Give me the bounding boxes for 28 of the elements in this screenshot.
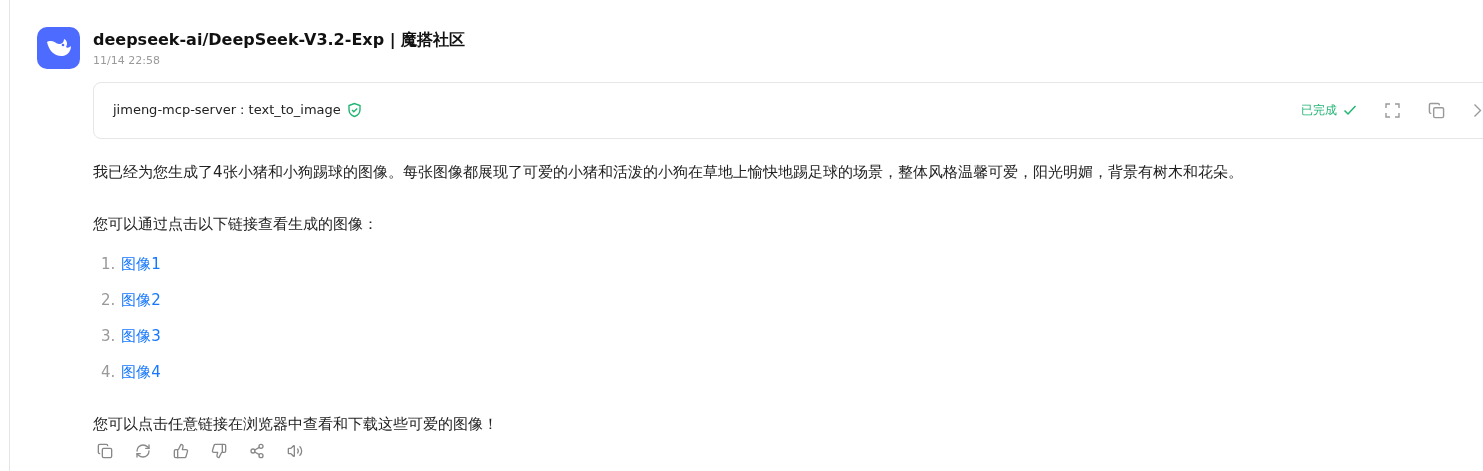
avatar-icon [37, 27, 80, 69]
image-link[interactable]: 图像4 [121, 360, 161, 383]
message-time: 11/14 22:58 [93, 53, 161, 69]
thumbs-up-icon[interactable] [173, 442, 189, 459]
share-icon[interactable] [249, 442, 265, 459]
list-number: 1. [101, 253, 116, 275]
thumbs-down-icon[interactable] [211, 442, 227, 459]
copy-icon[interactable] [97, 442, 113, 459]
list-number: 2. [101, 289, 116, 311]
fullscreen-icon[interactable] [1385, 102, 1400, 118]
speaker-icon[interactable] [287, 442, 303, 459]
check-icon [1343, 104, 1357, 116]
list-number: 4. [101, 361, 116, 383]
image-link[interactable]: 图像3 [121, 324, 161, 347]
tool-call-card[interactable]: jimeng-mcp-server : text_to_image 已完成 [93, 81, 1483, 139]
refresh-icon[interactable] [135, 442, 151, 459]
tool-call-name: jimeng-mcp-server : text_to_image [113, 101, 341, 120]
response-paragraph: 我已经为您生成了4张小猪和小狗踢球的图像。每张图像都展现了可爱的小猪和活泼的小狗在草地上愉快地踢足球的场景，整体风格温馨可爱，阳光明媚，背景有树木和花朵。 [93, 161, 1244, 183]
image-link[interactable]: 图像2 [121, 288, 161, 311]
copy-icon[interactable] [1428, 101, 1445, 119]
chevron-right-icon[interactable] [1473, 102, 1482, 118]
message-title: deepseek-ai/DeepSeek-V3.2-Exp | 魔搭社区 [93, 29, 467, 51]
response-paragraph: 您可以通过点击以下链接查看生成的图像： [93, 213, 379, 235]
image-link[interactable]: 图像1 [121, 252, 161, 275]
list-number: 3. [101, 325, 116, 347]
closing-paragraph: 您可以点击任意链接在浏览器中查看和下载这些可爱的图像！ [93, 413, 499, 435]
shield-check-icon [346, 102, 362, 118]
status-text: 已完成 [1301, 102, 1337, 119]
